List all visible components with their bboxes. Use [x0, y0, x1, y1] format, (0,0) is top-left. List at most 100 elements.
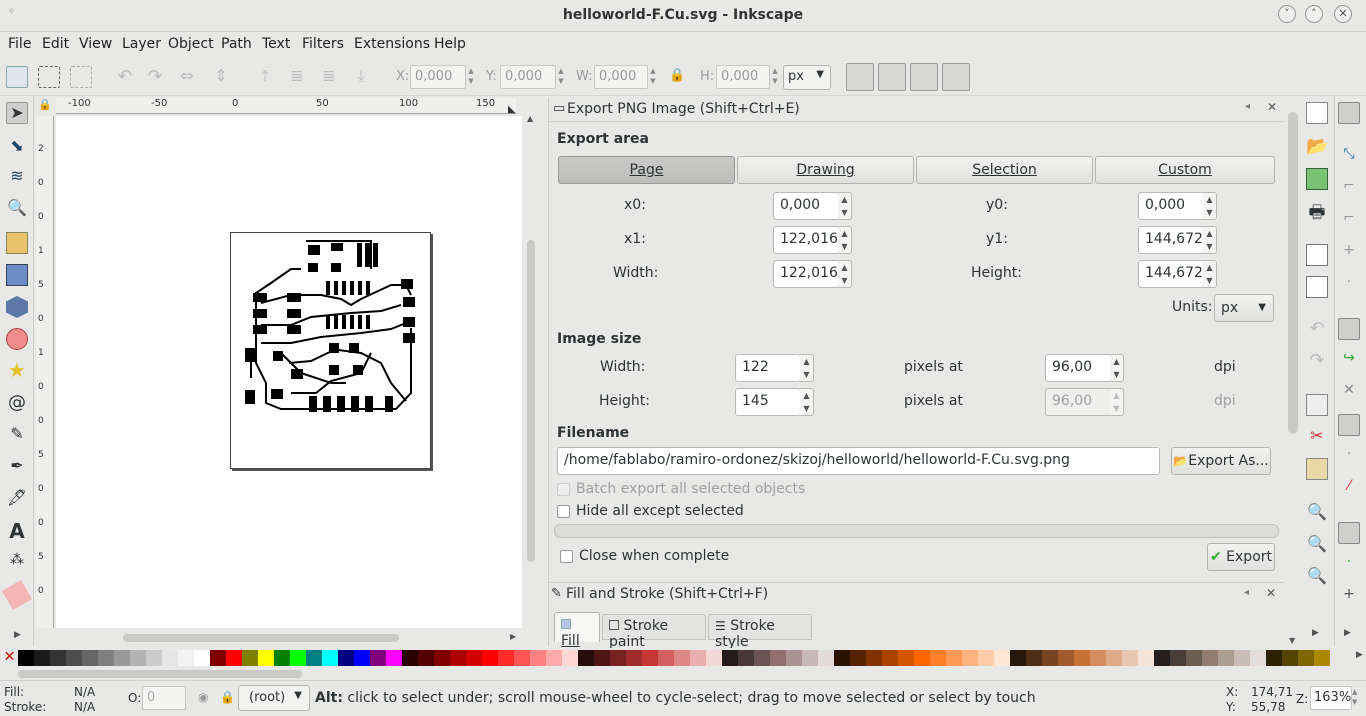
fill-panel-iconify-icon[interactable]: ◂ [1244, 587, 1249, 598]
transform-patterns-icon[interactable] [942, 63, 970, 91]
color-swatch[interactable] [1154, 650, 1170, 666]
color-swatch[interactable] [322, 650, 338, 666]
ruler-lock-icon[interactable]: 🔒 [38, 98, 52, 111]
color-swatch[interactable] [1106, 650, 1122, 666]
color-swatch[interactable] [530, 650, 546, 666]
snap-intersections-icon[interactable]: ✕ [1338, 382, 1360, 404]
area-width-spinner[interactable]: ▲ ▼ [838, 260, 852, 288]
color-swatch[interactable] [226, 650, 242, 666]
color-swatch[interactable] [258, 650, 274, 666]
color-swatch[interactable] [802, 650, 818, 666]
calligraphy-tool-icon[interactable]: 🖋 [6, 488, 28, 510]
close-icon[interactable]: ✕ [1334, 5, 1352, 23]
import-icon[interactable] [1306, 244, 1328, 266]
color-swatch[interactable] [1218, 650, 1234, 666]
star-tool-icon[interactable]: ★ [6, 360, 28, 382]
color-swatch[interactable] [1090, 650, 1106, 666]
color-swatch[interactable] [562, 650, 578, 666]
color-swatch[interactable] [770, 650, 786, 666]
dpi-input[interactable]: 96,00 [1045, 354, 1111, 382]
color-swatch[interactable] [18, 650, 34, 666]
snap-rotation-center-icon[interactable]: + [1338, 586, 1360, 608]
selector-tool-icon[interactable]: ➤ [6, 102, 28, 124]
color-swatch[interactable] [402, 650, 418, 666]
color-swatch[interactable] [626, 650, 642, 666]
vertical-scroll-thumb[interactable] [527, 240, 535, 562]
zoom-tool-icon[interactable]: 🔍 [6, 198, 28, 220]
color-swatch[interactable] [834, 650, 850, 666]
color-swatch[interactable] [1266, 650, 1282, 666]
color-swatch[interactable] [1298, 650, 1314, 666]
commands-expand-icon[interactable]: ▶ [1312, 628, 1319, 638]
fill-panel-close-icon[interactable]: ✕ [1266, 586, 1276, 600]
color-swatch[interactable] [1058, 650, 1074, 666]
redo-icon[interactable]: ↷ [1306, 350, 1328, 372]
menu-view[interactable]: View [79, 36, 112, 52]
zoom-selection-icon[interactable]: 🔍 [1306, 502, 1328, 524]
color-swatch[interactable] [82, 650, 98, 666]
export-button[interactable]: ✔ Export [1207, 543, 1275, 571]
color-swatch[interactable] [514, 650, 530, 666]
select-all-icon[interactable] [6, 66, 28, 88]
color-swatch[interactable] [194, 650, 210, 666]
y-spinner[interactable]: ▲ ▼ [556, 66, 566, 88]
color-swatch[interactable] [674, 650, 690, 666]
open-icon[interactable]: 📂 [1306, 136, 1328, 158]
canvas-vertical-scrollbar[interactable]: ▲ [522, 114, 540, 634]
snap-nodes-icon[interactable] [1338, 318, 1360, 340]
snap-bbox-icon[interactable]: ⤡ [1338, 146, 1360, 168]
snap-cusp-nodes-icon[interactable] [1338, 414, 1360, 436]
measure-tool-icon[interactable] [6, 232, 28, 254]
tab-stroke-paint[interactable]: Stroke paint [602, 614, 706, 650]
color-swatch[interactable] [1282, 650, 1298, 666]
color-swatch[interactable] [754, 650, 770, 666]
color-swatch[interactable] [690, 650, 706, 666]
horizontal-scroll-thumb[interactable] [123, 634, 399, 642]
tweak-tool-icon[interactable]: ≋ [6, 166, 28, 188]
ellipse-tool-icon[interactable] [6, 328, 28, 350]
snap-bbox-center-icon[interactable]: · [1338, 274, 1360, 296]
color-swatch[interactable] [658, 650, 674, 666]
color-swatch[interactable] [482, 650, 498, 666]
layer-select[interactable]: (root) ▼ [238, 685, 310, 711]
color-swatch[interactable] [1202, 650, 1218, 666]
color-swatch[interactable] [386, 650, 402, 666]
color-swatch[interactable] [1314, 650, 1330, 666]
transform-gradients-icon[interactable] [910, 63, 938, 91]
h-spinner[interactable]: ▲ ▼ [770, 66, 780, 88]
close-when-complete-checkbox[interactable] [560, 550, 573, 563]
zoom-page-icon[interactable]: 🔍 [1306, 566, 1328, 588]
color-swatch[interactable] [1170, 650, 1186, 666]
no-paint-icon[interactable]: ✕ [2, 650, 17, 666]
visibility-icon[interactable]: ◉ [198, 690, 208, 704]
filename-input[interactable]: /home/fablabo/ramiro-ordonez/skizoj/hell… [557, 447, 1160, 475]
snap-paths-icon[interactable]: ↪ [1338, 350, 1360, 372]
flip-horizontal-icon[interactable]: ⇔ [176, 66, 198, 88]
color-swatch[interactable] [178, 650, 194, 666]
y0-spinner[interactable]: ▲ ▼ [1203, 192, 1217, 220]
text-tool-icon[interactable]: A [6, 520, 28, 542]
paste-icon[interactable] [1306, 458, 1328, 480]
print-icon[interactable]: 🖶 [1306, 200, 1328, 223]
color-swatch[interactable] [546, 650, 562, 666]
deselect-icon[interactable] [70, 66, 92, 88]
new-document-icon[interactable] [1306, 102, 1328, 124]
color-swatch[interactable] [1042, 650, 1058, 666]
select-all-layers-icon[interactable] [38, 66, 60, 88]
color-swatch[interactable] [866, 650, 882, 666]
color-swatch[interactable] [1138, 650, 1154, 666]
color-swatch[interactable] [130, 650, 146, 666]
tab-fill[interactable]: Fill [554, 612, 600, 649]
zoom-drawing-icon[interactable]: 🔍 [1306, 534, 1328, 556]
color-swatch[interactable] [466, 650, 482, 666]
maximize-icon[interactable]: ˄ [1305, 5, 1323, 23]
selection-area-button[interactable]: Selection [916, 156, 1093, 184]
color-swatch[interactable] [210, 650, 226, 666]
color-swatch[interactable] [66, 650, 82, 666]
flip-vertical-icon[interactable]: ⇕ [210, 66, 232, 88]
page-area-button[interactable]: Page [558, 156, 735, 184]
w-spinner[interactable]: ▲ ▼ [648, 66, 658, 88]
color-swatch[interactable] [578, 650, 594, 666]
snap-smooth-nodes-icon[interactable]: · [1338, 446, 1360, 468]
image-width-spinner[interactable]: ▲ ▼ [800, 354, 814, 382]
